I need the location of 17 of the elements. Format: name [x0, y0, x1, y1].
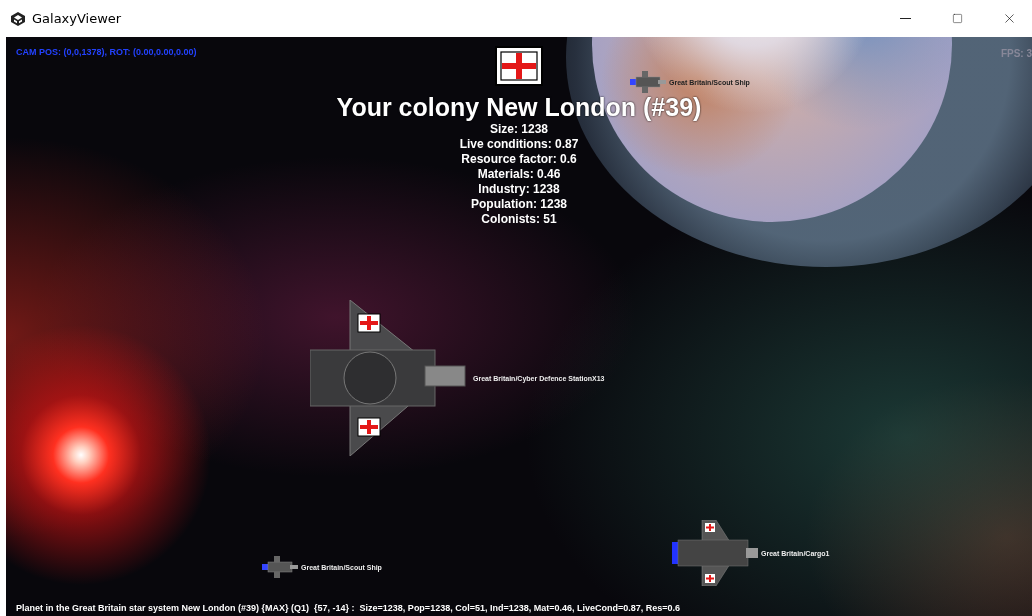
colony-stat: Resource factor: 0.6	[461, 152, 577, 167]
app-logo-icon	[10, 10, 26, 27]
colony-stat: Size: 1238	[489, 122, 548, 137]
maximize-icon	[951, 13, 963, 24]
colony-stat: Industry: 1238	[478, 182, 560, 197]
colony-stat: Live conditions: 0.87	[459, 137, 579, 152]
minimize-icon	[899, 18, 911, 19]
spaceship-drawing	[630, 71, 666, 93]
status-text: Planet in the Great Britain star system New London (#39) {MAX} (Q1) {57, -14} : Size=1238, Pop=1238, Col=51, Ind=1238, Mat=0.46, LiveCond=0.87, Res=0.6	[16, 603, 680, 613]
spaceship-drawing	[262, 556, 298, 578]
colony-stat: Colonists: 51	[481, 212, 557, 227]
window-title: GalaxyViewer	[32, 11, 123, 26]
camera-readout: CAM POS: (0,0,1378), ROT: (0.00,0.00,0.00)	[16, 47, 197, 57]
colony-stat: Population: 1238	[471, 197, 567, 212]
fps-readout: FPS: 3	[1000, 48, 1032, 59]
flag-icon	[495, 46, 543, 86]
colony-stat: Materials: 0.46	[477, 167, 561, 182]
